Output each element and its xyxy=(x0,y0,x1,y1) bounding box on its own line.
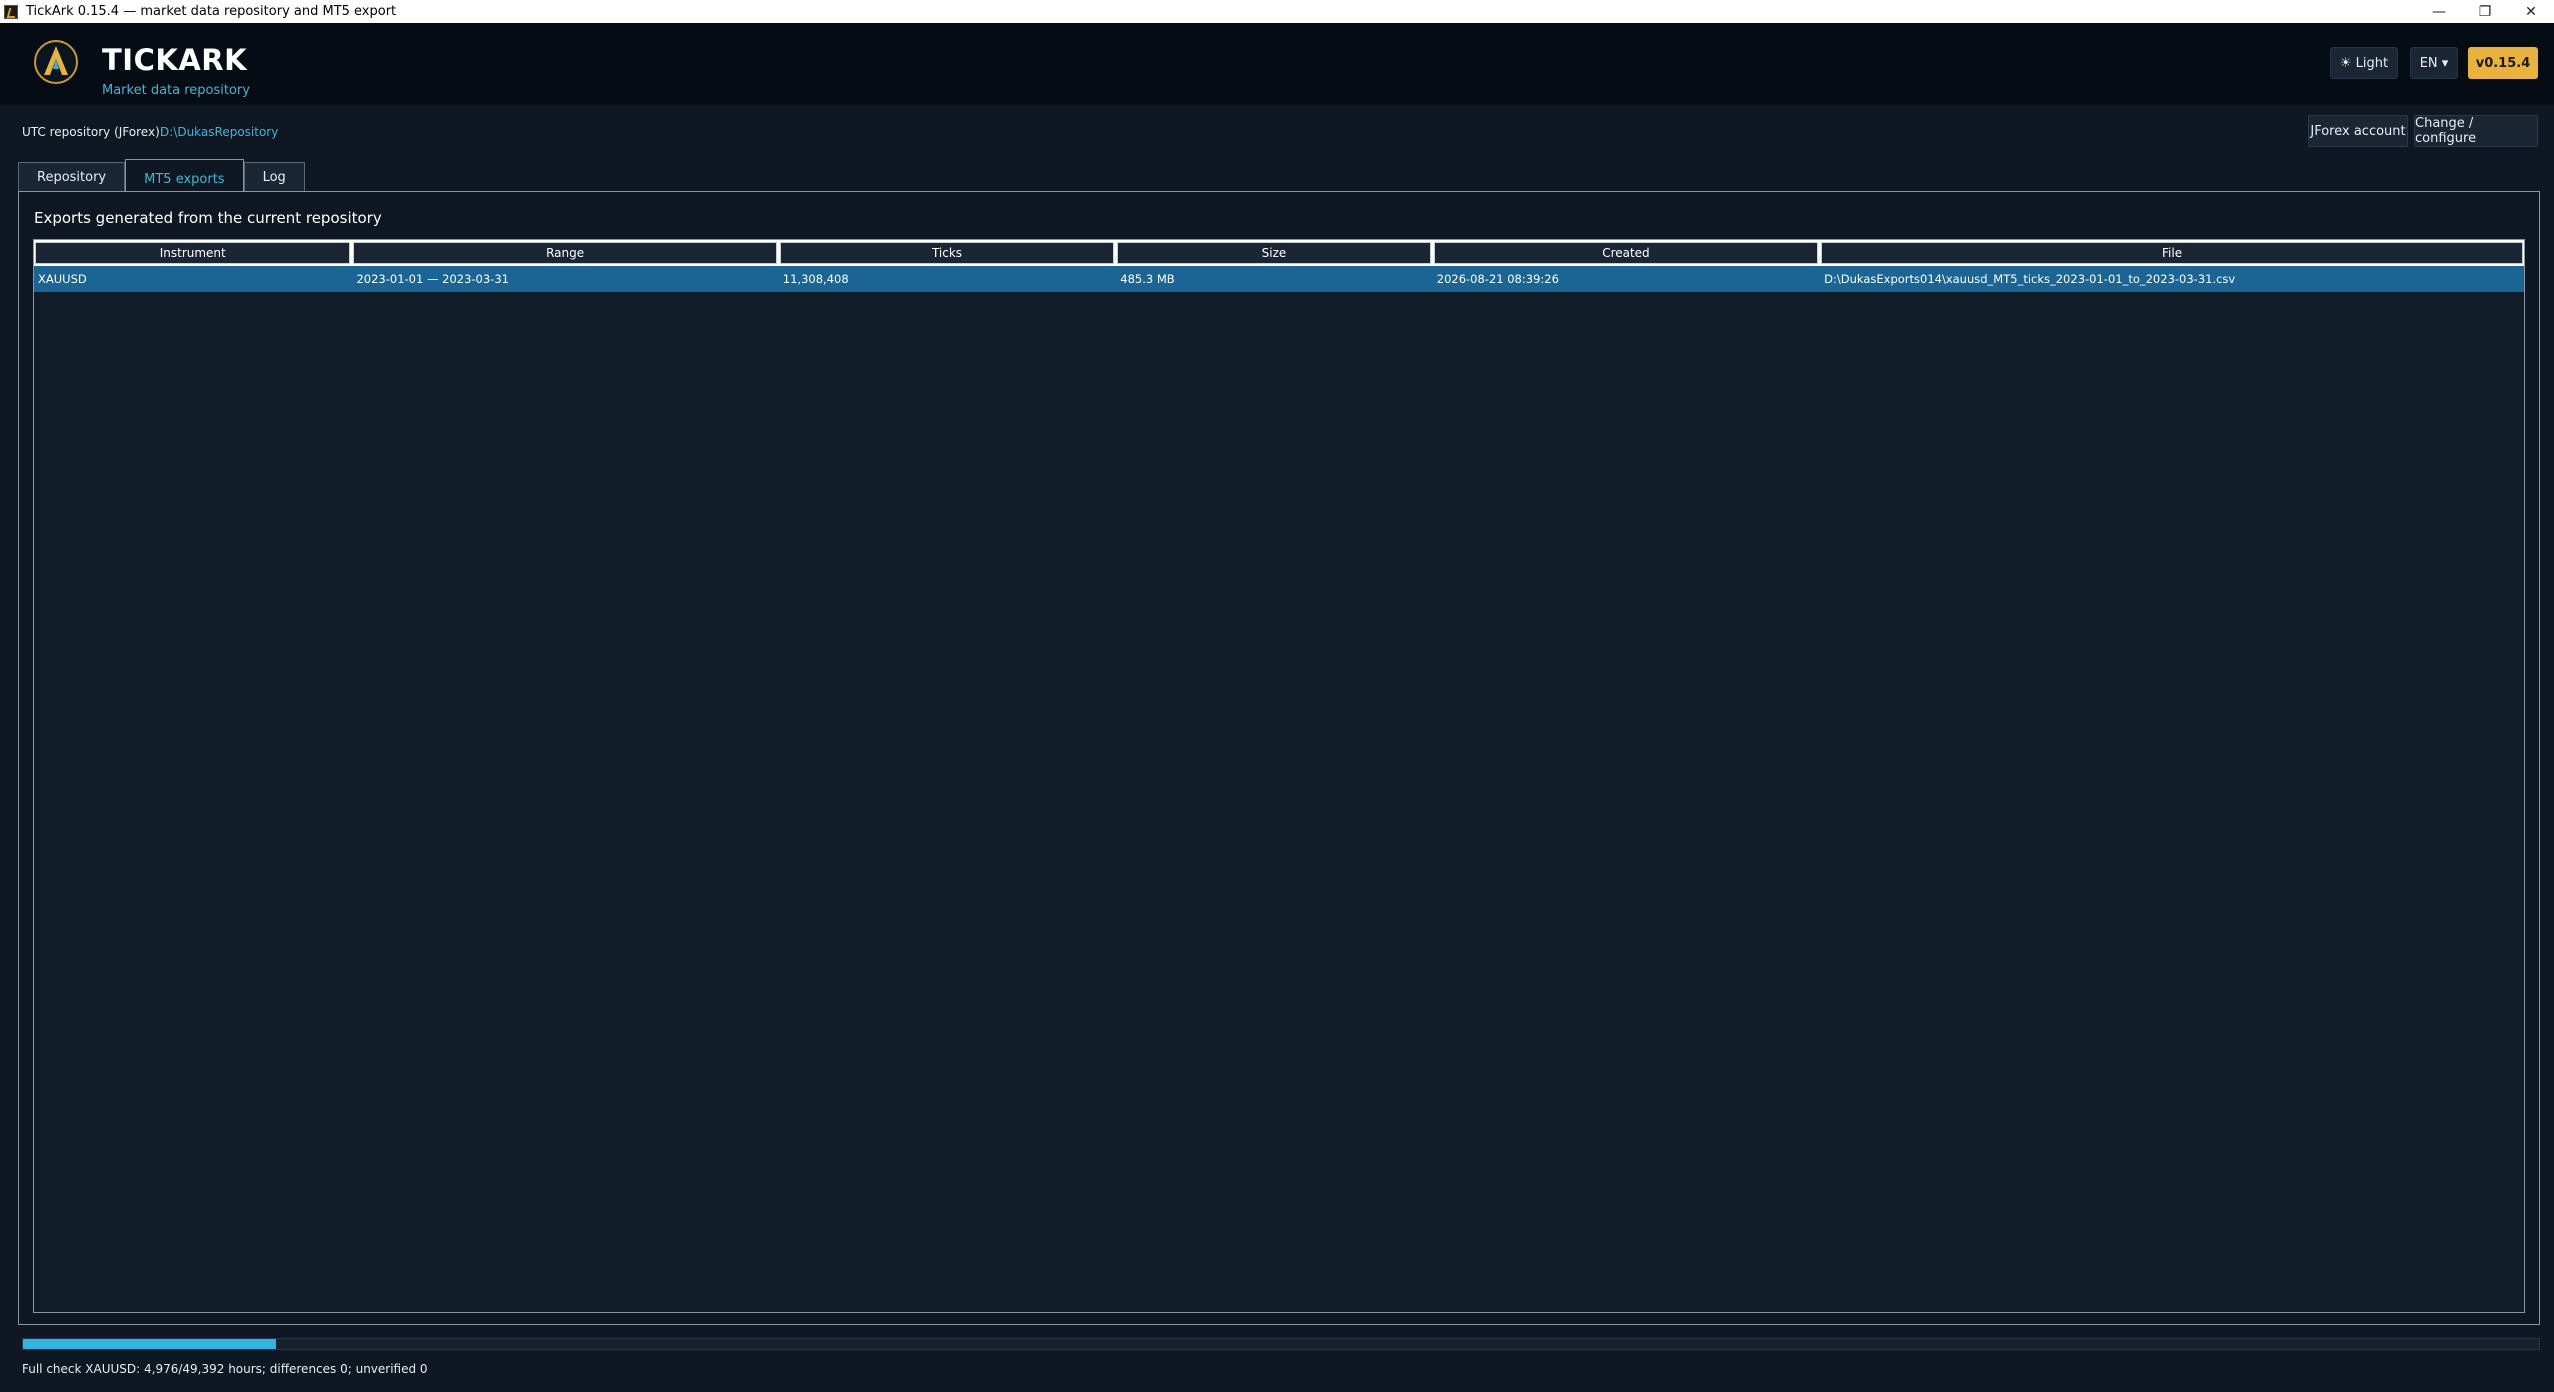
language-dropdown[interactable]: EN ▾ xyxy=(2410,47,2458,79)
tab-mt5-exports[interactable]: MT5 exports xyxy=(125,159,244,192)
tab-repository[interactable]: Repository xyxy=(18,162,126,192)
progress-bar-fill xyxy=(23,1339,277,1349)
brand-subtitle: Market data repository xyxy=(102,83,250,98)
repository-bar: UTC repository (JForex): D:\DukasReposit… xyxy=(0,105,2554,157)
tab-bar: Repository MT5 exports Log xyxy=(18,158,305,192)
column-header-size[interactable]: Size xyxy=(1117,242,1431,264)
table-header: Instrument Range Ticks Size Created File xyxy=(34,240,2524,266)
tab-log[interactable]: Log xyxy=(243,162,305,192)
restore-icon[interactable]: ❐ xyxy=(2462,0,2508,23)
cell-size: 485.3 MB xyxy=(1120,272,1175,286)
cell-file: D:\DukasExports014\xauusd_MT5_ticks_2023… xyxy=(1824,272,2236,286)
cell-created: 2026-08-21 08:39:26 xyxy=(1436,272,1559,286)
cell-range: 2023-01-01 — 2023-03-31 xyxy=(356,272,509,286)
column-header-created[interactable]: Created xyxy=(1433,242,1819,264)
brand-title: TICKARK xyxy=(102,43,248,77)
app-header: TICKARK Market data repository ☀ Light E… xyxy=(0,23,2554,105)
status-text: Full check XAUUSD: 4,976/49,392 hours; d… xyxy=(22,1362,428,1376)
column-header-file[interactable]: File xyxy=(1821,242,2523,264)
change-configure-button[interactable]: Change / configure xyxy=(2414,115,2538,147)
column-header-ticks[interactable]: Ticks xyxy=(779,242,1115,264)
version-badge[interactable]: v0.15.4 xyxy=(2468,47,2538,79)
close-icon[interactable]: ✕ xyxy=(2508,0,2554,23)
theme-toggle-button[interactable]: ☀ Light xyxy=(2330,47,2398,79)
column-header-range[interactable]: Range xyxy=(353,242,777,264)
window-title: TickArk 0.15.4 — market data repository … xyxy=(26,4,397,19)
app-icon xyxy=(4,4,18,19)
exports-panel: Exports generated from the current repos… xyxy=(18,191,2540,1325)
table-row[interactable]: XAUUSD 2023-01-01 — 2023-03-31 11,308,40… xyxy=(34,266,2524,292)
progress-bar xyxy=(22,1338,2540,1350)
window-title-bar: TickArk 0.15.4 — market data repository … xyxy=(0,0,2554,23)
repository-path[interactable]: D:\DukasRepository xyxy=(160,125,278,139)
repository-label: UTC repository (JForex): xyxy=(22,125,164,139)
column-header-instrument[interactable]: Instrument xyxy=(35,242,351,264)
window-controls: — ❐ ✕ xyxy=(2416,0,2554,23)
tickark-logo-icon xyxy=(34,40,78,84)
cell-instrument: XAUUSD xyxy=(38,272,87,286)
jforex-account-button[interactable]: JForex account xyxy=(2308,115,2408,147)
minimize-icon[interactable]: — xyxy=(2416,0,2462,23)
cell-ticks: 11,308,408 xyxy=(782,272,849,286)
exports-table: Instrument Range Ticks Size Created File… xyxy=(33,239,2525,1313)
panel-title: Exports generated from the current repos… xyxy=(34,209,382,227)
